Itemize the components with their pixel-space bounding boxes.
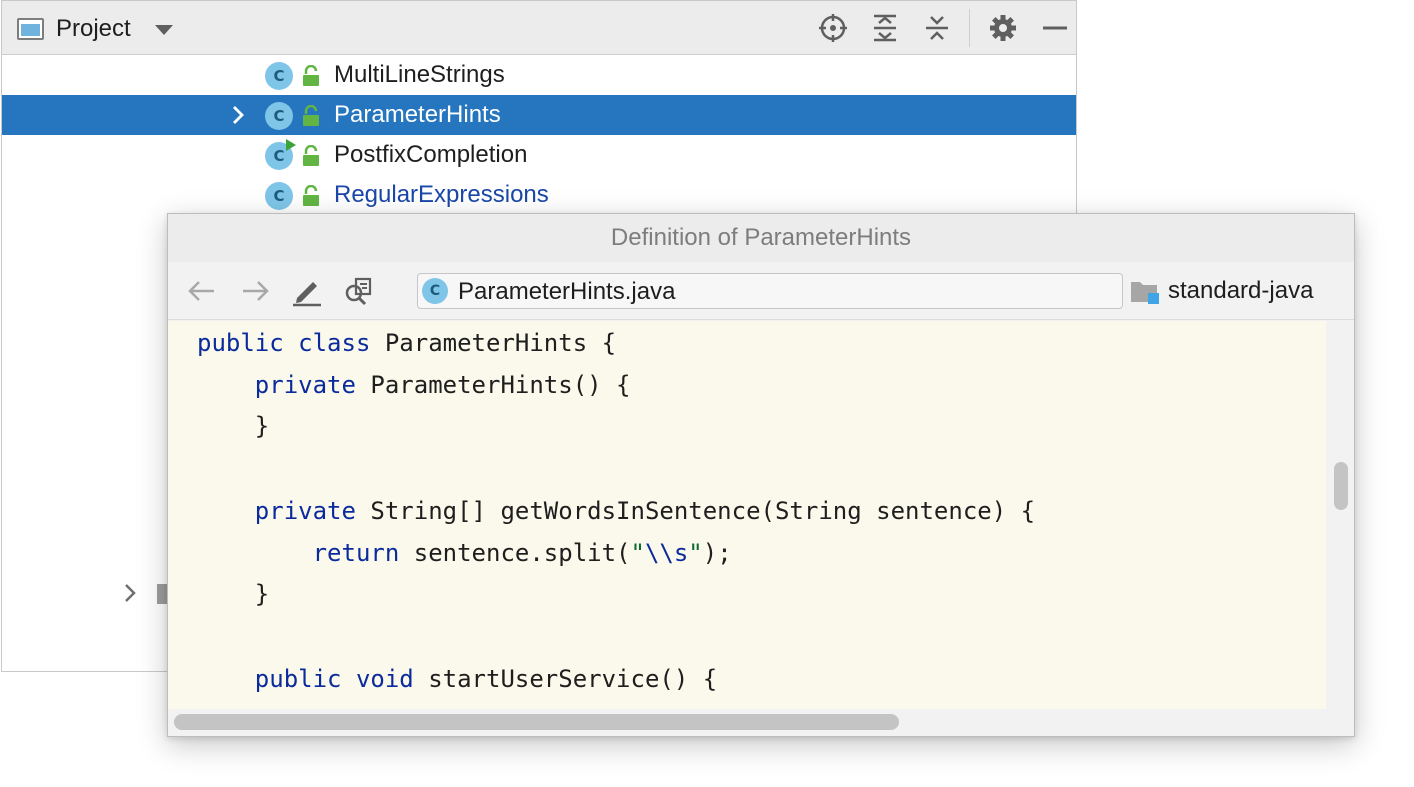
code-line: private ParameterHints() { xyxy=(254,371,631,399)
code-line: public class ParameterHints { xyxy=(197,329,617,357)
chevron-right-icon[interactable] xyxy=(120,582,140,604)
pencil-icon[interactable] xyxy=(291,275,323,307)
file-path-field[interactable]: C ParameterHints.java xyxy=(417,273,1123,309)
horizontal-scrollbar-thumb[interactable] xyxy=(174,714,899,730)
vertical-scrollbar-thumb[interactable] xyxy=(1334,462,1348,510)
collapse-all-icon[interactable] xyxy=(922,13,952,43)
expand-all-icon[interactable] xyxy=(870,13,900,43)
class-icon: C xyxy=(265,182,293,210)
tree-item-label: ParameterHints xyxy=(334,101,501,128)
tree-item-multilinestrings[interactable]: C MultiLineStrings xyxy=(2,55,1076,95)
chevron-right-icon[interactable] xyxy=(228,104,248,126)
minimize-icon[interactable] xyxy=(1040,13,1070,43)
arrow-left-icon[interactable] xyxy=(186,275,218,307)
code-preview[interactable]: public class ParameterHints { private Pa… xyxy=(168,321,1326,709)
module-folder-icon xyxy=(1130,278,1160,306)
project-view-icon[interactable] xyxy=(17,18,44,40)
tree-item-regularexpressions[interactable]: C RegularExpressions xyxy=(2,175,1076,215)
popup-toolbar: C ParameterHints.java standard-java xyxy=(168,262,1354,320)
definition-popup: Definition of ParameterHints C Parameter… xyxy=(167,213,1355,737)
crosshair-icon[interactable] xyxy=(818,13,848,43)
file-name: ParameterHints.java xyxy=(458,278,676,305)
lock-icon xyxy=(302,65,320,87)
code-line: return sentence.split("\\s"); xyxy=(312,539,732,567)
tree-item-label: RegularExpressions xyxy=(334,181,549,208)
class-icon: C xyxy=(265,62,293,90)
class-icon: C xyxy=(265,102,293,130)
code-line: } xyxy=(197,580,270,608)
tree-item-label: PostfixCompletion xyxy=(334,141,528,168)
project-view-title[interactable]: Project xyxy=(56,15,131,43)
tree-item-label: MultiLineStrings xyxy=(334,61,505,88)
class-icon: C xyxy=(422,278,448,304)
gear-icon[interactable] xyxy=(988,13,1018,43)
code-line: public void startUserService() { xyxy=(254,665,718,693)
project-header: Project xyxy=(2,1,1076,55)
popup-title-bar[interactable]: Definition of ParameterHints xyxy=(168,214,1354,262)
lock-icon xyxy=(302,185,320,207)
lock-icon xyxy=(302,145,320,167)
chevron-down-icon[interactable] xyxy=(155,25,173,35)
code-line: } xyxy=(197,412,270,440)
module-name: standard-java xyxy=(1168,277,1314,304)
run-icon xyxy=(286,139,296,151)
popup-title: Definition of ParameterHints xyxy=(610,224,912,251)
vertical-scrollbar-track[interactable] xyxy=(1326,321,1354,709)
arrow-right-icon[interactable] xyxy=(239,275,271,307)
tree-item-parameterhints[interactable]: C ParameterHints xyxy=(2,95,1076,135)
tree-item-postfixcompletion[interactable]: C PostfixCompletion xyxy=(2,135,1076,175)
lock-icon xyxy=(302,105,320,127)
find-usages-icon[interactable] xyxy=(342,275,374,307)
code-line: private String[] getWordsInSentence(Stri… xyxy=(254,497,1036,525)
toolbar-divider xyxy=(969,9,970,47)
